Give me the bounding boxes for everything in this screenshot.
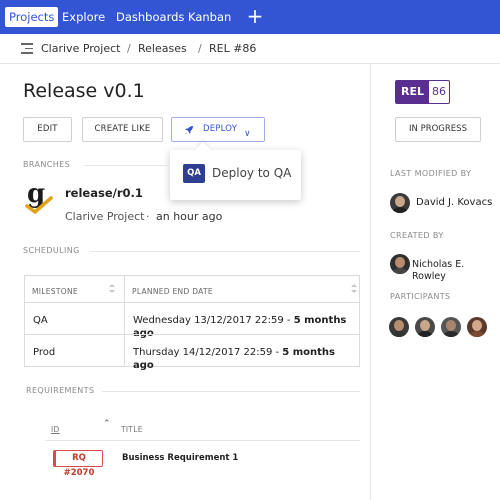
scheduling-table: MILESTONE PLANNED END DATE QA Wednesday … (24, 275, 360, 371)
created-by-label: CREATED BY (390, 231, 444, 240)
sort-icon[interactable] (109, 284, 115, 294)
sort-icon[interactable] (351, 284, 357, 294)
breadcrumb: Clarive Project / Releases / REL #86 (0, 34, 500, 64)
table-divider (45, 440, 360, 441)
deploy-button[interactable]: DEPLOY ∨ (171, 117, 265, 142)
avatar[interactable] (390, 193, 410, 213)
rocket-icon (185, 126, 193, 134)
page-title: Release v0.1 (23, 80, 145, 102)
creator-user[interactable]: Nicholas E. Rowley (412, 259, 500, 283)
branch-time: an hour ago (156, 210, 223, 223)
requirement-id-badge[interactable]: RQ #2070 (53, 450, 103, 478)
breadcrumb-separator: / (127, 42, 131, 55)
tab-explore[interactable]: Explore (62, 8, 105, 27)
milestone-cell: QA (33, 315, 48, 326)
avatar[interactable] (389, 317, 409, 337)
avatar[interactable] (441, 317, 461, 337)
menu-toggle-icon[interactable] (21, 43, 33, 54)
branch-project: Clarive Project (65, 210, 145, 223)
section-divider (84, 165, 170, 166)
avatar[interactable] (467, 317, 487, 337)
top-nav-bar: Projects Explore Dashboards Kanban + (0, 0, 500, 34)
avatar[interactable] (415, 317, 435, 337)
status-button[interactable]: IN PROGRESS (395, 117, 481, 142)
deploy-menu: QA Deploy to QA (170, 150, 301, 200)
add-plus-icon[interactable]: + (245, 5, 265, 27)
qa-environment-badge: QA (183, 164, 205, 183)
release-number: 86 (432, 85, 446, 98)
scheduling-label: SCHEDULING (23, 246, 80, 255)
section-divider (90, 251, 360, 252)
participants-label: PARTICIPANTS (390, 292, 451, 301)
last-modified-user[interactable]: David J. Kovacs (416, 197, 492, 209)
deploy-label: DEPLOY (203, 124, 238, 134)
release-type: REL (396, 81, 429, 103)
sidebar-divider (370, 64, 371, 500)
tab-projects[interactable]: Projects (5, 7, 59, 27)
branches-label: BRANCHES (23, 160, 71, 169)
requirement-title[interactable]: Business Requirement 1 (122, 453, 238, 463)
milestone-cell: Prod (33, 347, 56, 358)
column-header-title[interactable]: TITLE (121, 425, 143, 434)
deploy-to-qa-item[interactable]: Deploy to QA (212, 165, 291, 181)
breadcrumb-current: REL #86 (209, 42, 257, 55)
breadcrumb-project[interactable]: Clarive Project (41, 42, 120, 56)
section-divider (102, 391, 360, 392)
column-header-planned-end-date[interactable]: PLANNED END DATE (132, 287, 213, 296)
release-id-badge: REL 86 (395, 80, 450, 104)
tab-kanban[interactable]: Kanban (188, 8, 231, 27)
column-header-id[interactable]: ID (51, 425, 60, 434)
chevron-down-icon: ∨ (244, 129, 251, 139)
branch-name[interactable]: release/r0.1 (65, 186, 143, 200)
date-cell: Thursday 14/12/2017 22:59 - 5 months ago (133, 347, 335, 371)
branch-dot-separator: · (146, 210, 150, 223)
column-header-milestone[interactable]: MILESTONE (32, 287, 78, 296)
table-row[interactable]: QA Wednesday 13/12/2017 22:59 - 5 months… (25, 302, 359, 339)
avatar[interactable] (390, 254, 410, 274)
breadcrumb-releases[interactable]: Releases (138, 42, 187, 56)
breadcrumb-separator: / (198, 42, 202, 55)
table-row[interactable]: Prod Thursday 14/12/2017 22:59 - 5 month… (25, 334, 359, 371)
edit-button[interactable]: EDIT (23, 117, 72, 142)
tab-dashboards[interactable]: Dashboards (116, 8, 184, 27)
requirements-label: REQUIREMENTS (26, 386, 95, 395)
sort-ascending-icon[interactable]: ⌃ (103, 419, 111, 429)
last-modified-label: LAST MODIFIED BY (390, 169, 472, 178)
create-like-button[interactable]: CREATE LIKE (82, 117, 163, 142)
git-logo-icon: g (25, 180, 53, 214)
